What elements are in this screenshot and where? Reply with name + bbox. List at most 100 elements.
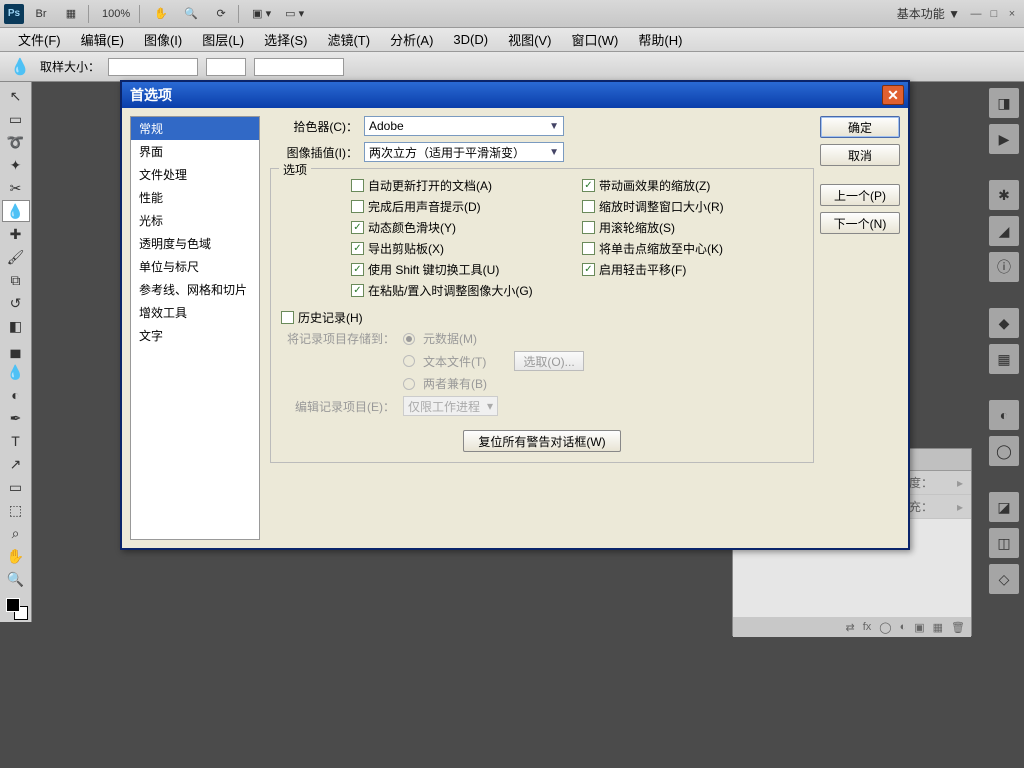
option-checkbox-6[interactable]: ✓导出剪贴板(X)	[351, 240, 572, 257]
dialog-titlebar[interactable]: 首选项 ✕	[122, 82, 908, 108]
tool-blur[interactable]: 💧	[2, 361, 30, 383]
option-checkbox-2[interactable]: 完成后用声音提示(D)	[351, 198, 572, 215]
category-2[interactable]: 文件处理	[131, 163, 259, 186]
category-8[interactable]: 增效工具	[131, 301, 259, 324]
option-checkbox-10[interactable]: ✓在粘贴/置入时调整图像大小(G)	[351, 282, 572, 299]
arrange-icon[interactable]: ▣ ▾	[247, 4, 276, 24]
tool-zoom[interactable]: 🔍	[2, 568, 30, 590]
tool-move[interactable]: ↖	[2, 85, 30, 107]
category-7[interactable]: 参考线、网格和切片	[131, 278, 259, 301]
option-checkbox-4[interactable]: ✓动态颜色滑块(Y)	[351, 219, 572, 236]
panel-icon-adjust[interactable]: ◐	[989, 400, 1019, 430]
tool-eraser[interactable]: ◧	[2, 315, 30, 337]
menu-select[interactable]: 选择(S)	[254, 28, 317, 51]
interpolation-select[interactable]: 两次立方（适用于平滑渐变）▼	[364, 142, 564, 162]
tool-3d[interactable]: ⬚	[2, 499, 30, 521]
category-1[interactable]: 界面	[131, 140, 259, 163]
panel-icon-color[interactable]: ◆	[989, 308, 1019, 338]
option-checkbox-9[interactable]: ✓启用轻击平移(F)	[582, 261, 803, 278]
panel-icon-navigator[interactable]: ✱	[989, 180, 1019, 210]
option-checkbox-3[interactable]: 缩放时调整窗口大小(R)	[582, 198, 803, 215]
menu-layer[interactable]: 图层(L)	[192, 28, 254, 51]
menu-window[interactable]: 窗口(W)	[561, 28, 628, 51]
link-icon[interactable]: ⇄	[845, 621, 854, 634]
adjust-icon[interactable]: ◐	[900, 621, 907, 633]
radio-textfile[interactable]	[403, 355, 415, 367]
category-0[interactable]: 常规	[131, 117, 259, 140]
option-checkbox-1[interactable]: ✓带动画效果的缩放(Z)	[582, 177, 803, 194]
menu-analysis[interactable]: 分析(A)	[380, 28, 443, 51]
zoom-level[interactable]: 100%	[97, 4, 135, 24]
panel-icon-layers[interactable]: ◪	[989, 492, 1019, 522]
history-log-checkbox[interactable]: 历史记录(H)	[281, 309, 803, 326]
tool-history-brush[interactable]: ↺	[2, 292, 30, 314]
option-checkbox-0[interactable]: 自动更新打开的文档(A)	[351, 177, 572, 194]
tool-marquee[interactable]: ▭	[2, 108, 30, 130]
panel-icon-mask[interactable]: ◯	[989, 436, 1019, 466]
reset-warnings-button[interactable]: 复位所有警告对话框(W)	[463, 430, 620, 452]
rotate-icon[interactable]: ⟳	[208, 4, 234, 24]
foreground-swatch[interactable]	[6, 598, 20, 612]
cancel-button[interactable]: 取消	[820, 144, 900, 166]
menu-view[interactable]: 视图(V)	[498, 28, 561, 51]
maximize-icon[interactable]: □	[986, 7, 1002, 21]
tool-type[interactable]: T	[2, 430, 30, 452]
tool-dodge[interactable]: ◐	[2, 384, 30, 406]
option-checkbox-7[interactable]: 将单击点缩放至中心(K)	[582, 240, 803, 257]
tool-stamp[interactable]: ⧉	[2, 269, 30, 291]
menu-help[interactable]: 帮助(H)	[628, 28, 692, 51]
tool-wand[interactable]: ✦	[2, 154, 30, 176]
tool-pen[interactable]: ✒	[2, 407, 30, 429]
tool-eyedropper[interactable]: 💧	[2, 200, 30, 222]
minimize-icon[interactable]: —	[968, 7, 984, 21]
hand-icon[interactable]: ✋	[148, 4, 174, 24]
category-3[interactable]: 性能	[131, 186, 259, 209]
panel-icon-histogram[interactable]: ◢	[989, 216, 1019, 246]
panel-icon-info[interactable]: ⓘ	[989, 252, 1019, 282]
panel-icon-swatches[interactable]: ▦	[989, 344, 1019, 374]
radio-metadata[interactable]	[403, 333, 415, 345]
menu-filter[interactable]: 滤镜(T)	[317, 28, 380, 51]
bridge-button[interactable]: Br	[28, 4, 54, 24]
sample-size-field[interactable]	[108, 58, 198, 76]
tool-3dcamera[interactable]: ⌕	[2, 522, 30, 544]
menu-file[interactable]: 文件(F)	[8, 28, 71, 51]
radio-both[interactable]	[403, 378, 415, 390]
screenmode-icon[interactable]: ▭ ▾	[280, 4, 309, 24]
option-checkbox-8[interactable]: ✓使用 Shift 键切换工具(U)	[351, 261, 572, 278]
close-icon[interactable]: ✕	[882, 85, 904, 105]
tool-gradient[interactable]: ▄	[2, 338, 30, 360]
next-button[interactable]: 下一个(N)	[820, 212, 900, 234]
ok-button[interactable]: 确定	[820, 116, 900, 138]
panel-icon-channels[interactable]: ◫	[989, 528, 1019, 558]
category-4[interactable]: 光标	[131, 209, 259, 232]
tool-lasso[interactable]: ➰	[2, 131, 30, 153]
prev-button[interactable]: 上一个(P)	[820, 184, 900, 206]
zoom-icon[interactable]: 🔍	[178, 4, 204, 24]
menu-edit[interactable]: 编辑(E)	[71, 28, 134, 51]
category-list[interactable]: 常规界面文件处理性能光标透明度与色域单位与标尺参考线、网格和切片增效工具文字	[130, 116, 260, 540]
active-tool-icon[interactable]: 💧	[8, 55, 32, 79]
workspace-switcher[interactable]: 基本功能 ▼	[889, 5, 968, 22]
color-picker-select[interactable]: Adobe▼	[364, 116, 564, 136]
fx-icon[interactable]: fx	[863, 621, 872, 633]
close-app-icon[interactable]: ×	[1004, 7, 1020, 21]
miniview-button[interactable]: ▦	[58, 4, 84, 24]
category-5[interactable]: 透明度与色域	[131, 232, 259, 255]
tool-heal[interactable]: ✚	[2, 223, 30, 245]
panel-icon-1[interactable]: ◨	[989, 88, 1019, 118]
tool-hand[interactable]: ✋	[2, 545, 30, 567]
menu-image[interactable]: 图像(I)	[134, 28, 192, 51]
option-checkbox-5[interactable]: 用滚轮缩放(S)	[582, 219, 803, 236]
tool-crop[interactable]: ✂	[2, 177, 30, 199]
panel-icon-paths[interactable]: ◇	[989, 564, 1019, 594]
mask-icon[interactable]: ◯	[879, 621, 891, 634]
options-field-3[interactable]	[254, 58, 344, 76]
trash-icon[interactable]: 🗑	[951, 621, 965, 634]
category-6[interactable]: 单位与标尺	[131, 255, 259, 278]
choose-button[interactable]: 选取(O)...	[514, 351, 583, 371]
tool-path[interactable]: ↗	[2, 453, 30, 475]
panel-icon-2[interactable]: ▶	[989, 124, 1019, 154]
edit-log-select[interactable]: 仅限工作进程▾	[403, 396, 498, 416]
tool-brush[interactable]: 🖌	[2, 246, 30, 268]
